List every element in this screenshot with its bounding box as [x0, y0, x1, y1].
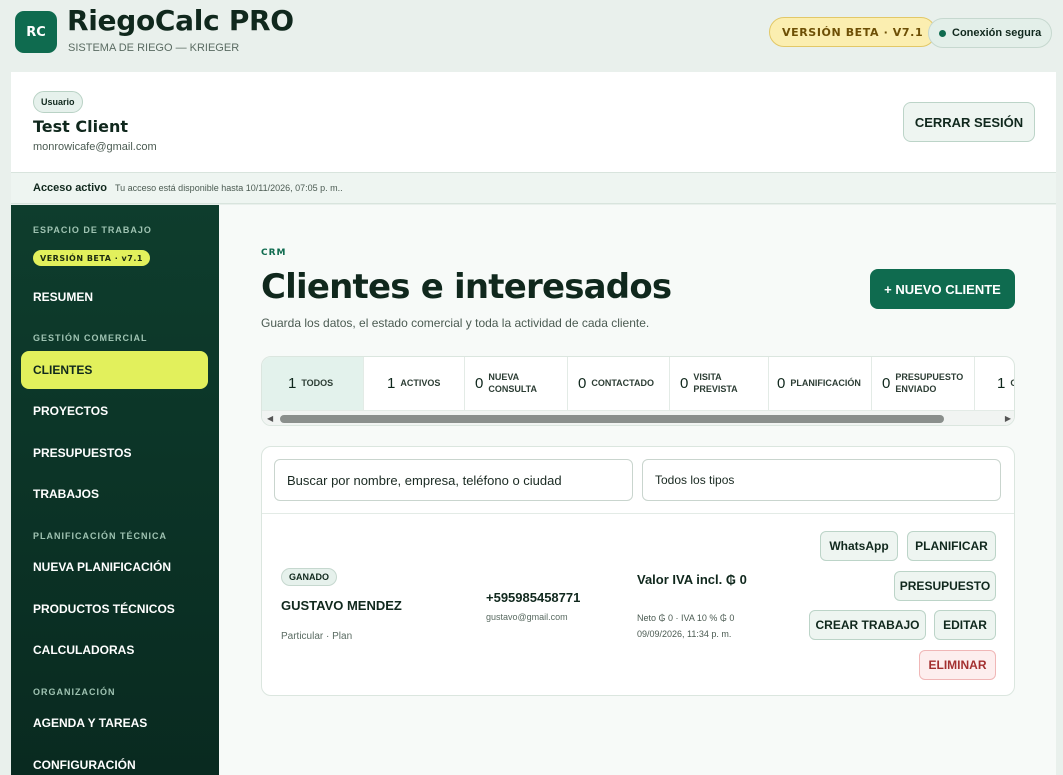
sidebar-item-configuration[interactable]: CONFIGURACIÓN	[21, 746, 208, 775]
main-content: CRM Clientes e interesados Guarda los da…	[219, 205, 1056, 775]
client-phone: +595985458771	[486, 590, 581, 605]
sidebar-item-technical-products[interactable]: PRODUCTOS TÉCNICOS	[21, 590, 208, 628]
tab-budget-sent[interactable]: 0 PRESUPUESTO ENVIADO	[872, 357, 975, 410]
tab-active[interactable]: 1 ACTIVOS	[364, 357, 465, 410]
app-logo[interactable]: RC	[15, 11, 57, 53]
scroll-right-icon[interactable]: ▶	[1005, 414, 1011, 423]
create-job-button[interactable]: CREAR TRABAJO	[809, 610, 926, 640]
access-text: Tu acceso está disponible hasta 10/11/20…	[114, 183, 343, 193]
client-meta: Particular · Plan	[281, 631, 353, 642]
tab-won[interactable]: 1 G	[975, 357, 1014, 410]
tab-label: NUEVA CONSULTA	[488, 371, 538, 394]
sidebar-item-jobs[interactable]: TRABAJOS	[21, 475, 208, 513]
section-kicker: CRM	[261, 248, 287, 258]
tab-label: TODOS	[301, 377, 334, 388]
page-title: Clientes e interesados	[261, 267, 672, 307]
secure-connection-label: Conexión segura	[952, 27, 1042, 39]
app-header: RC RiegoCalc PRO SISTEMA DE RIEGO — KRIE…	[0, 0, 1063, 70]
search-input[interactable]: Buscar por nombre, empresa, teléfono o c…	[274, 459, 633, 501]
tab-count: 0	[475, 375, 484, 392]
secure-connection-badge: Conexión segura	[928, 18, 1053, 48]
status-tabs-row: 1 TODOS 1 ACTIVOS 0 NUEVA CONSULTA 0 CON…	[262, 357, 1014, 410]
sidebar: ESPACIO DE TRABAJO VERSIÓN BETA · v7.1 R…	[11, 205, 219, 775]
status-badge: GANADO	[281, 568, 337, 586]
plan-button[interactable]: PLANIFICAR	[907, 531, 996, 561]
sidebar-section-workspace: ESPACIO DE TRABAJO	[33, 225, 152, 235]
scrollbar-thumb[interactable]	[280, 415, 944, 423]
tabs-scrollbar[interactable]: ◀ ▶	[262, 410, 1014, 425]
tab-new-inquiry[interactable]: 0 NUEVA CONSULTA	[465, 357, 568, 410]
status-dot-icon	[939, 29, 946, 37]
role-badge: Usuario	[33, 91, 83, 113]
sidebar-item-clients[interactable]: CLIENTES	[21, 351, 208, 389]
new-client-button[interactable]: + NUEVO CLIENTE	[870, 269, 1015, 309]
tab-label: VISITA PREVISTA	[693, 371, 738, 394]
delete-button[interactable]: ELIMINAR	[919, 650, 996, 680]
user-card: Usuario Test Client monrowicafe@gmail.co…	[11, 72, 1056, 172]
client-list-panel: Buscar por nombre, empresa, teléfono o c…	[261, 446, 1015, 696]
client-net-tax: Neto ₲ 0 · IVA 10 % ₲ 0	[637, 613, 735, 623]
divider	[262, 513, 1014, 514]
tab-count: 1	[387, 375, 396, 392]
sidebar-item-summary[interactable]: RESUMEN	[21, 278, 208, 316]
type-filter-select[interactable]: Todos los tipos	[642, 459, 1001, 501]
tab-count: 1	[997, 375, 1006, 392]
sidebar-item-projects[interactable]: PROYECTOS	[21, 392, 208, 430]
tab-count: 0	[578, 375, 587, 392]
whatsapp-button[interactable]: WhatsApp	[820, 531, 898, 561]
tab-label: G	[1010, 378, 1014, 390]
user-email: monrowicafe@gmail.com	[33, 141, 157, 153]
access-label: Acceso activo	[33, 182, 107, 194]
app-subtitle: SISTEMA DE RIEGO — KRIEGER	[68, 42, 240, 54]
scroll-left-icon[interactable]: ◀	[267, 414, 273, 423]
sidebar-section-technical: PLANIFICACIÓN TÉCNICA	[33, 531, 167, 541]
tab-label: PRESUPUESTO ENVIADO	[895, 371, 964, 394]
page-description: Guarda los datos, el estado comercial y …	[261, 316, 650, 330]
status-tabs: 1 TODOS 1 ACTIVOS 0 NUEVA CONSULTA 0 CON…	[261, 356, 1015, 426]
app-title: RiegoCalc PRO	[67, 4, 294, 37]
tab-visit-planned[interactable]: 0 VISITA PREVISTA	[670, 357, 769, 410]
client-value: Valor IVA incl. ₲ 0	[637, 572, 747, 587]
sidebar-item-new-planning[interactable]: NUEVA PLANIFICACIÓN	[21, 548, 208, 586]
budget-button[interactable]: PRESUPUESTO	[894, 571, 996, 601]
tab-count: 0	[777, 375, 786, 392]
edit-button[interactable]: EDITAR	[934, 610, 996, 640]
tab-count: 0	[882, 375, 891, 392]
tab-planning[interactable]: 0 PLANIFICACIÓN	[769, 357, 872, 410]
sidebar-item-calculators[interactable]: CALCULADORAS	[21, 631, 208, 669]
sidebar-item-agenda[interactable]: AGENDA Y TAREAS	[21, 704, 208, 742]
tab-label: PLANIFICACIÓN	[790, 377, 861, 388]
client-name[interactable]: GUSTAVO MENDEZ	[281, 598, 402, 613]
user-name: Test Client	[33, 117, 128, 136]
sidebar-section-commercial: GESTIÓN COMERCIAL	[33, 333, 148, 343]
tab-label: CONTACTADO	[591, 377, 655, 388]
tab-contacted[interactable]: 0 CONTACTADO	[568, 357, 670, 410]
version-badge: VERSIÓN BETA · V7.1	[769, 17, 937, 47]
tab-all[interactable]: 1 TODOS	[262, 357, 364, 410]
client-date: 09/09/2026, 11:34 p. m.	[637, 629, 732, 639]
client-email: gustavo@gmail.com	[486, 612, 568, 622]
tab-count: 0	[680, 375, 689, 392]
tab-count: 1	[288, 375, 297, 392]
sidebar-version-badge: VERSIÓN BETA · v7.1	[33, 250, 150, 266]
logout-button[interactable]: CERRAR SESIÓN	[903, 102, 1035, 142]
tab-label: ACTIVOS	[400, 377, 441, 388]
sidebar-item-budgets[interactable]: PRESUPUESTOS	[21, 434, 208, 472]
access-bar: Acceso activo Tu acceso está disponible …	[11, 172, 1056, 204]
sidebar-section-organization: ORGANIZACIÓN	[33, 687, 116, 697]
